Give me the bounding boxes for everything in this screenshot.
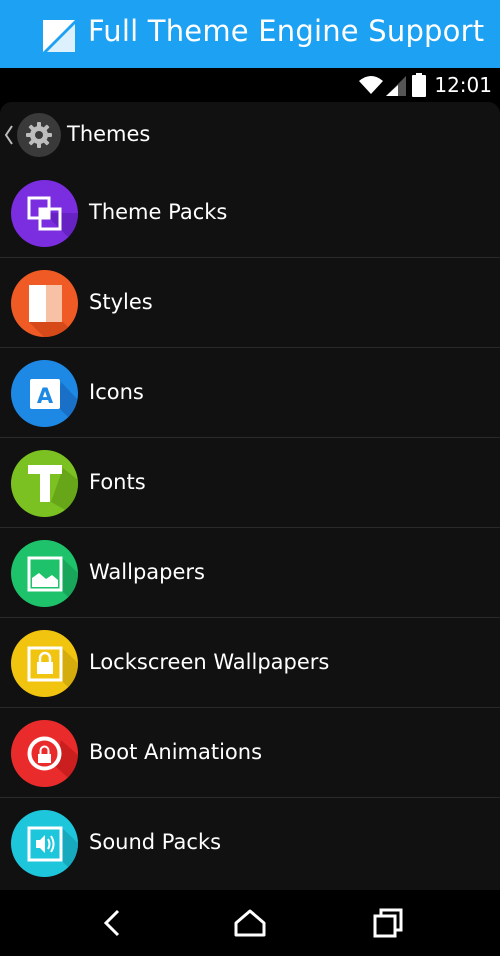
navigation-bar	[0, 890, 500, 956]
sound-packs-icon	[11, 810, 78, 877]
settings-gear-icon	[17, 113, 61, 157]
list-item-label: Boot Animations	[89, 740, 263, 764]
styles-icon	[11, 270, 78, 337]
list-item-styles[interactable]: Styles	[0, 258, 500, 348]
list-item-label: Lockscreen Wallpapers	[89, 650, 330, 674]
home-icon[interactable]	[230, 903, 270, 943]
back-icon[interactable]	[92, 903, 132, 943]
status-bar: 12:01	[0, 68, 500, 102]
list-item-label: Styles	[89, 290, 153, 314]
list-item-label: Icons	[89, 380, 144, 404]
app-logo-icon	[43, 20, 75, 52]
list-item-theme-packs[interactable]: Theme Packs	[0, 168, 500, 258]
banner-title: Full Theme Engine Support	[88, 14, 485, 48]
list-item-wallpapers[interactable]: Wallpapers	[0, 528, 500, 618]
themes-list: Theme Packs Styles A Icons Fonts Wallpap…	[0, 168, 500, 888]
themes-panel: Themes Theme Packs Styles A Icons Fonts …	[0, 102, 500, 890]
list-item-boot-animations[interactable]: Boot Animations	[0, 708, 500, 798]
list-item-sound-packs[interactable]: Sound Packs	[0, 798, 500, 888]
theme-packs-icon	[11, 180, 78, 247]
fonts-icon	[11, 450, 78, 517]
status-time: 12:01	[434, 73, 492, 97]
svg-text:A: A	[37, 384, 54, 408]
list-item-icons[interactable]: A Icons	[0, 348, 500, 438]
icons-icon: A	[11, 360, 78, 427]
panel-header[interactable]: Themes	[0, 102, 500, 168]
signal-icon	[386, 76, 407, 96]
list-item-label: Fonts	[89, 470, 146, 494]
list-item-label: Theme Packs	[89, 200, 228, 224]
promo-banner: Full Theme Engine Support	[0, 0, 500, 68]
lockscreen-wallpapers-icon	[11, 630, 78, 697]
page-title: Themes	[67, 122, 151, 146]
list-item-label: Sound Packs	[89, 830, 222, 854]
list-item-fonts[interactable]: Fonts	[0, 438, 500, 528]
list-item-label: Wallpapers	[89, 560, 205, 584]
battery-icon	[412, 73, 427, 97]
back-chevron-icon[interactable]	[4, 124, 14, 146]
wifi-icon	[359, 76, 384, 94]
boot-animations-icon	[11, 720, 78, 787]
wallpapers-icon	[11, 540, 78, 607]
list-item-lockscreen-wallpapers[interactable]: Lockscreen Wallpapers	[0, 618, 500, 708]
recents-icon[interactable]	[368, 903, 408, 943]
